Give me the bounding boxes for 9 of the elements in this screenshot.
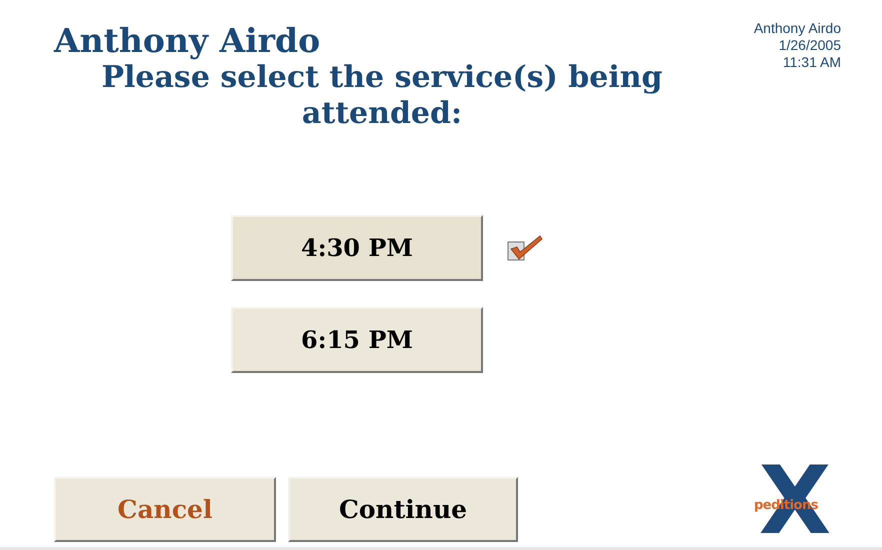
page-title: Anthony Airdo [54,24,320,62]
user-name: Anthony Airdo [754,20,841,37]
cancel-button[interactable]: Cancel [54,477,276,542]
service-button[interactable]: 6:15 PM [231,307,483,374]
date-text: 1/26/2005 [778,36,841,54]
time-text: 11:31 AM [782,54,841,70]
service-button[interactable]: 4:30 PM [231,215,483,282]
continue-button[interactable]: Continue [288,477,518,542]
prompt-text: Please select the service(s) being attended: [100,60,664,132]
